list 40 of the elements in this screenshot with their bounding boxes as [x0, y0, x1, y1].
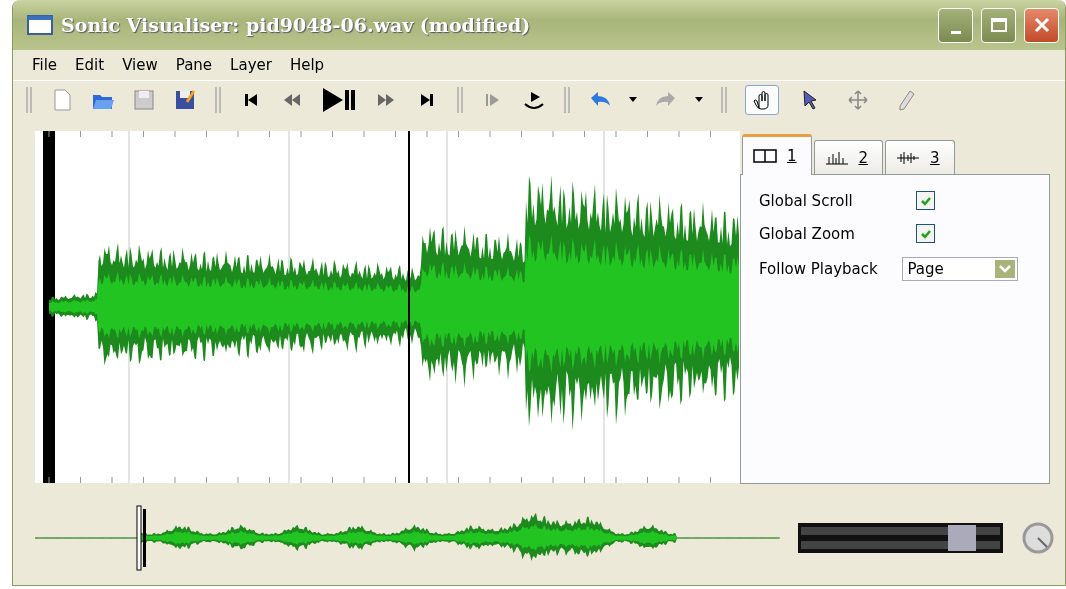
close-button[interactable] — [1024, 7, 1059, 43]
minimize-button[interactable] — [938, 7, 973, 43]
option-label: Global Zoom — [759, 224, 856, 243]
waveform-tab[interactable]: 3 — [885, 140, 955, 174]
toolbar-grip[interactable] — [720, 85, 728, 115]
toolbar-grip[interactable] — [456, 85, 464, 115]
close-icon — [1032, 16, 1051, 34]
menu-item[interactable]: Pane — [166, 52, 222, 78]
knob-icon[interactable] — [1021, 521, 1055, 555]
split-pane-icon — [753, 148, 777, 164]
hand-tool-button[interactable] — [745, 85, 779, 115]
toolbar-grip[interactable] — [214, 85, 222, 115]
menu-item[interactable]: File — [23, 52, 67, 78]
maximize-icon — [989, 17, 1008, 33]
chevron-down-icon — [995, 260, 1016, 278]
maximize-button[interactable] — [981, 7, 1016, 43]
menu-item[interactable]: Help — [280, 52, 334, 78]
minimize-icon — [950, 30, 961, 34]
option-label: Global Scroll — [759, 191, 854, 210]
toolbar-grip[interactable] — [563, 85, 571, 115]
menu-item[interactable]: Edit — [66, 52, 114, 78]
toolbar-grip[interactable] — [25, 85, 33, 115]
play-pause-icon[interactable] — [321, 87, 357, 113]
save-as-icon[interactable] — [173, 88, 197, 112]
spectrum-tab[interactable]: 2 — [813, 140, 884, 174]
menu-item[interactable]: View — [113, 52, 167, 78]
window-title: Sonic Visualiser: pid9048-06.wav (modified) — [61, 14, 532, 36]
viewport-marker[interactable] — [136, 505, 146, 571]
dropdown-arrow-icon[interactable] — [695, 97, 703, 103]
dropdown[interactable]: Page — [902, 257, 1019, 281]
checkbox[interactable] — [916, 224, 936, 243]
bars-icon — [824, 149, 849, 166]
option-label: Follow Playback — [759, 260, 879, 278]
wave-icon — [896, 149, 921, 166]
checkbox[interactable] — [916, 191, 936, 210]
pane-tab[interactable]: 1 — [742, 134, 812, 175]
window-icon — [27, 15, 53, 35]
menu-item[interactable]: Layer — [221, 52, 281, 78]
dropdown-arrow-icon[interactable] — [629, 97, 637, 103]
move-icon — [846, 88, 870, 112]
